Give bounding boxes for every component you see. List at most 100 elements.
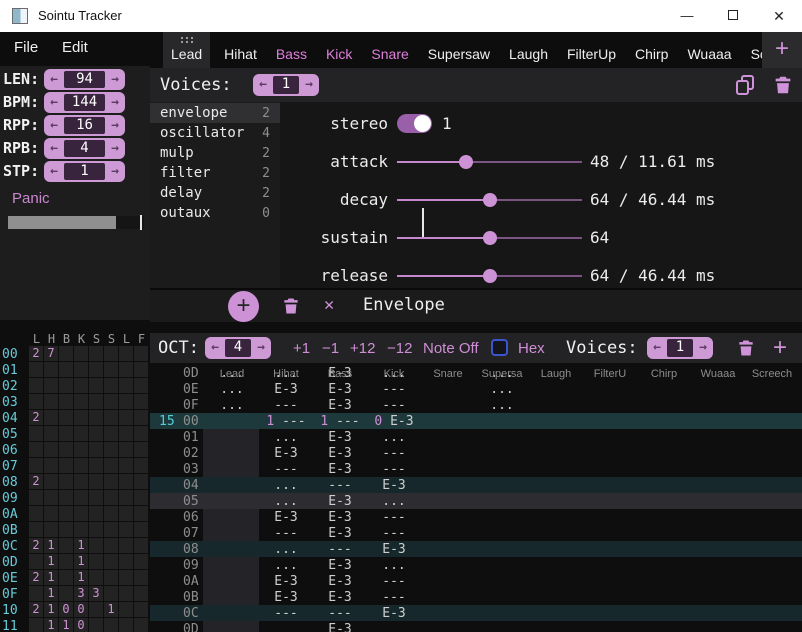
slider-thumb[interactable] <box>483 231 497 245</box>
order-cell[interactable] <box>59 554 73 569</box>
pattern-cell[interactable]: E-3 <box>313 382 367 397</box>
order-cell[interactable] <box>104 410 118 425</box>
pattern-cell[interactable]: E-3 <box>259 446 313 461</box>
order-cell[interactable] <box>104 458 118 473</box>
order-cell[interactable] <box>89 346 103 361</box>
order-cell[interactable] <box>119 490 133 505</box>
stepper-increment-arrow[interactable]: → <box>105 138 125 159</box>
order-cell[interactable] <box>29 522 43 537</box>
pattern-cell[interactable]: 1 --- <box>259 414 313 429</box>
pattern-cell[interactable]: ... <box>367 558 421 573</box>
order-cell[interactable] <box>29 426 43 441</box>
stepper-increment-arrow[interactable]: → <box>105 115 125 136</box>
pattern-row[interactable]: 0AE-3E-3--- <box>150 573 802 589</box>
order-cell[interactable] <box>89 490 103 505</box>
pattern-cell[interactable]: --- <box>367 510 421 525</box>
tab-wuaaa[interactable]: Wuaaa <box>682 32 736 68</box>
order-cell[interactable] <box>119 570 133 585</box>
order-cell[interactable] <box>89 394 103 409</box>
pattern-row[interactable]: 0F...---E-3---... <box>150 397 802 413</box>
pattern-cell[interactable]: --- <box>259 606 313 621</box>
pattern-cell[interactable]: E-3 <box>313 622 367 632</box>
order-cell[interactable] <box>134 410 148 425</box>
order-cell[interactable]: 0 <box>59 602 73 617</box>
order-cell[interactable] <box>134 586 148 601</box>
order-row[interactable]: 1021001 <box>0 602 150 618</box>
order-cell[interactable] <box>134 426 148 441</box>
add-track-button[interactable]: + <box>773 334 787 362</box>
order-cell[interactable] <box>119 362 133 377</box>
order-cell[interactable]: 3 <box>74 586 88 601</box>
unit-list-item-envelope[interactable]: envelope2 <box>150 103 280 123</box>
unit-list-item-filter[interactable]: filter2 <box>150 163 280 183</box>
order-cell[interactable] <box>104 346 118 361</box>
order-cell[interactable] <box>44 490 58 505</box>
pattern-cell[interactable]: ... <box>259 558 313 573</box>
order-cell[interactable] <box>119 538 133 553</box>
order-cell[interactable] <box>119 410 133 425</box>
order-cell[interactable]: 2 <box>29 570 43 585</box>
order-cell[interactable] <box>74 490 88 505</box>
pattern-cell[interactable]: E-3 <box>259 382 313 397</box>
slider-thumb[interactable] <box>459 155 473 169</box>
pattern-row[interactable]: 06E-3E-3--- <box>150 509 802 525</box>
pattern-cell[interactable]: ... <box>259 542 313 557</box>
scrollbar-thumb[interactable] <box>422 208 424 237</box>
order-row[interactable]: 09 <box>0 490 150 506</box>
tab-filterup[interactable]: FilterUp <box>562 32 621 68</box>
stepper-increment-arrow[interactable]: → <box>251 337 271 359</box>
order-row[interactable]: 11110 <box>0 618 150 632</box>
order-cell[interactable] <box>59 362 73 377</box>
order-cell[interactable] <box>29 362 43 377</box>
order-cell[interactable] <box>89 474 103 489</box>
order-cell[interactable] <box>104 538 118 553</box>
order-row[interactable]: 02 <box>0 378 150 394</box>
hex-checkbox[interactable] <box>491 339 508 356</box>
order-cell[interactable] <box>134 570 148 585</box>
sustain-slider[interactable] <box>397 237 582 239</box>
order-cell[interactable] <box>74 506 88 521</box>
pattern-row[interactable]: 0DE-3 <box>150 621 802 632</box>
pattern-cell[interactable]: ... <box>259 478 313 493</box>
pattern-row[interactable]: 09...E-3... <box>150 557 802 573</box>
order-cell[interactable] <box>29 442 43 457</box>
add-unit-button[interactable]: + <box>228 291 259 322</box>
tab-snare[interactable]: Snare <box>366 32 413 68</box>
button-−12[interactable]: −12 <box>387 340 412 357</box>
order-cell[interactable] <box>104 522 118 537</box>
order-cell[interactable] <box>59 586 73 601</box>
tab-kick[interactable]: Kick <box>321 32 357 68</box>
pattern-cell[interactable]: E-3 <box>313 494 367 509</box>
order-cell[interactable]: 1 <box>44 570 58 585</box>
order-cell[interactable] <box>134 506 148 521</box>
order-cell[interactable]: 2 <box>29 474 43 489</box>
order-cell[interactable]: 1 <box>44 554 58 569</box>
order-cell[interactable] <box>29 586 43 601</box>
tab-hihat[interactable]: Hihat <box>219 32 262 68</box>
order-cell[interactable]: 1 <box>44 618 58 632</box>
order-cell[interactable] <box>74 442 88 457</box>
order-cell[interactable] <box>59 538 73 553</box>
stepper-decrement-arrow[interactable]: ← <box>205 337 225 359</box>
order-cell[interactable] <box>104 394 118 409</box>
order-row[interactable]: 042 <box>0 410 150 426</box>
order-cell[interactable] <box>119 618 133 632</box>
pattern-cell[interactable]: --- <box>367 590 421 605</box>
order-cell[interactable] <box>44 410 58 425</box>
pattern-cell[interactable]: --- <box>259 462 313 477</box>
order-cell[interactable]: 1 <box>74 538 88 553</box>
order-cell[interactable] <box>104 554 118 569</box>
button-+1[interactable]: +1 <box>293 340 310 357</box>
order-cell[interactable] <box>44 522 58 537</box>
order-cell[interactable]: 1 <box>44 586 58 601</box>
order-row[interactable]: 0E211 <box>0 570 150 586</box>
menu-item-file[interactable]: File <box>14 39 38 56</box>
order-cell[interactable] <box>119 426 133 441</box>
order-cell[interactable] <box>59 522 73 537</box>
pattern-row[interactable]: 0E...E-3E-3---... <box>150 381 802 397</box>
order-row[interactable]: 082 <box>0 474 150 490</box>
order-cell[interactable] <box>44 394 58 409</box>
unit-list-item-mulp[interactable]: mulp2 <box>150 143 280 163</box>
order-cell[interactable]: 7 <box>44 346 58 361</box>
order-cell[interactable] <box>89 602 103 617</box>
